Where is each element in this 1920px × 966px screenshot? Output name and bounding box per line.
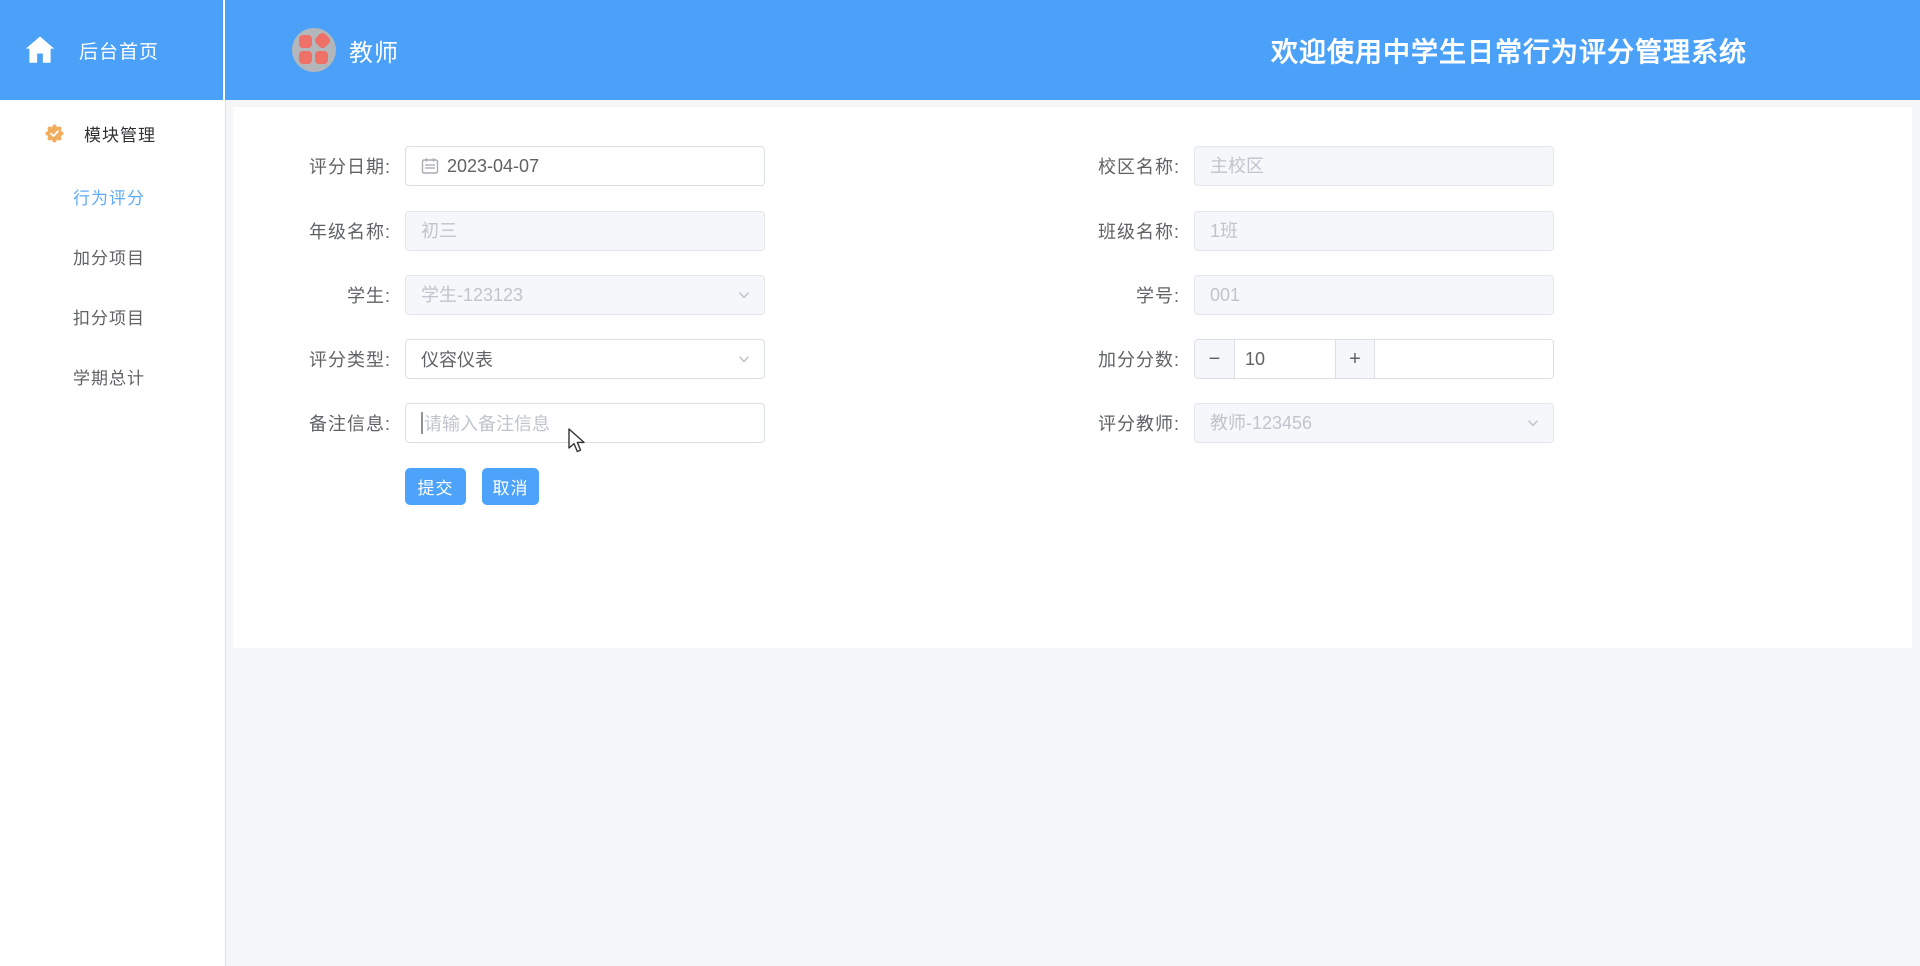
sidebar-item-add-score-project[interactable]: 加分项目 [0,226,225,286]
sidebar-item-behavior-score[interactable]: 行为评分 [0,166,225,226]
submit-button[interactable]: 提交 [405,468,466,505]
add-score-value-wrap [1235,340,1335,378]
sidebar-section-module-management[interactable]: 模块管理 [0,100,225,166]
student-value [421,284,749,306]
student-label: 学生: [346,286,391,306]
class-label: 班级名称: [1097,222,1180,242]
sidebar-item-label: 学期总计 [73,368,145,388]
score-type-label: 评分类型: [308,350,391,370]
student-no-label: 学号: [1135,286,1180,306]
cancel-button[interactable]: 取消 [482,468,539,505]
score-date-value[interactable] [447,155,749,177]
remark-label: 备注信息: [308,414,391,434]
header-main: 教师 欢迎使用中学生日常行为评分管理系统 [225,0,1920,100]
grade-value [421,220,749,242]
add-score-label: 加分分数: [1097,350,1180,370]
score-type-value[interactable] [421,348,749,370]
student-select [405,275,765,315]
add-score-row: 加分分数: − + [1022,339,1554,379]
class-input [1194,211,1554,251]
stepper-spacer [1375,340,1553,378]
brand-label: 教师 [349,39,399,67]
campus-input [1194,146,1554,186]
sidebar-item-label: 加分项目 [73,248,145,268]
sidebar-item-deduct-score-project[interactable]: 扣分项目 [0,286,225,346]
sidebar-section-label: 模块管理 [84,125,156,145]
teacher-value [1210,412,1538,434]
teacher-row: 评分教师: [1022,403,1554,443]
student-no-value [1210,284,1538,306]
home-label: 后台首页 [79,41,160,63]
add-score-stepper: − + [1194,339,1554,379]
grade-label: 年级名称: [308,222,391,242]
home-icon [25,36,55,63]
campus-value [1210,155,1538,177]
score-date-input[interactable] [405,146,765,186]
grade-row: 年级名称: [233,211,765,251]
sidebar: 模块管理 行为评分 加分项目 扣分项目 学期总计 [0,100,226,966]
form-panel: 评分日期: 校区名称: 年级名称: [233,107,1912,648]
decrease-score-button[interactable]: − [1195,340,1235,378]
score-date-row: 评分日期: [233,146,765,186]
score-date-label: 评分日期: [308,157,391,177]
student-no-input [1194,275,1554,315]
remark-input[interactable]: 请输入备注信息 [405,403,765,443]
student-no-row: 学号: [1022,275,1554,315]
chevron-down-icon [1528,420,1538,427]
score-type-row: 评分类型: [233,339,765,379]
increase-score-button[interactable]: + [1335,340,1375,378]
minus-icon: − [1208,347,1221,370]
four-petal-logo-icon [292,28,336,72]
top-header: 后台首页 教师 欢迎使用中学生日常行为评分管理系统 [0,0,1920,100]
calendar-icon [421,158,439,174]
grade-input [405,211,765,251]
sidebar-item-semester-total[interactable]: 学期总计 [0,346,225,406]
sidebar-item-label: 扣分项目 [73,308,145,328]
text-caret [421,412,423,434]
teacher-label: 评分教师: [1097,414,1180,434]
home-nav-button[interactable]: 后台首页 [0,0,225,100]
sidebar-item-label: 行为评分 [73,188,145,208]
welcome-title: 欢迎使用中学生日常行为评分管理系统 [1271,37,1747,68]
badge-check-icon [45,123,64,143]
remark-row: 备注信息: 请输入备注信息 [233,403,765,443]
chevron-down-icon [739,356,749,363]
chevron-down-icon [739,292,749,299]
campus-label: 校区名称: [1097,157,1180,177]
add-score-input[interactable] [1245,348,1335,370]
teacher-select [1194,403,1554,443]
class-value [1210,220,1538,242]
campus-row: 校区名称: [1022,146,1554,186]
main-content-area: 评分日期: 校区名称: 年级名称: [226,100,1920,966]
score-type-select[interactable] [405,339,765,379]
class-row: 班级名称: [1022,211,1554,251]
plus-icon: + [1349,347,1361,370]
remark-placeholder: 请输入备注信息 [424,414,550,434]
student-row: 学生: [233,275,765,315]
